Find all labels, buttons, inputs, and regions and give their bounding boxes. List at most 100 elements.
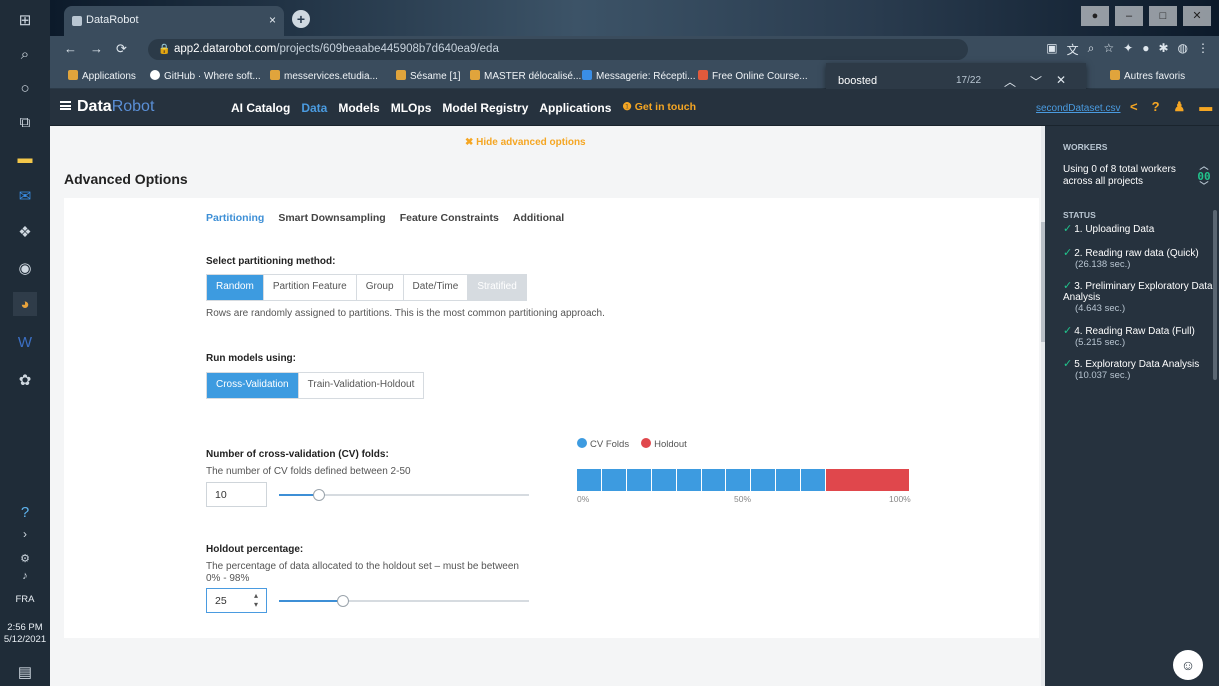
holdout-slider[interactable] (279, 595, 529, 607)
mail-icon (582, 70, 592, 80)
cross-validation-button[interactable]: Cross-Validation (207, 373, 299, 398)
windows-start-icon[interactable]: ⊞ (13, 8, 37, 32)
notification-icon[interactable]: ▤ (13, 660, 37, 684)
back-icon[interactable]: ← (64, 41, 77, 56)
clock-date[interactable]: 5/12/2021 (0, 634, 50, 645)
url-input[interactable]: 🔒 app2.datarobot.com/projects/609beaabe4… (148, 39, 968, 60)
holdout-slider-thumb[interactable] (336, 595, 349, 607)
find-close-icon[interactable]: ✕ (1056, 73, 1066, 90)
status-step: ✓ 5. Exploratory Data Analysis (10.037 se… (1063, 358, 1200, 382)
profile-icon[interactable]: ● (1081, 6, 1109, 26)
extension-icon[interactable]: ▣ (1046, 41, 1057, 58)
nav-mlops[interactable]: MLOps (391, 101, 432, 115)
app-icon[interactable]: ✿ (13, 368, 37, 392)
chevron-down-icon[interactable]: ﹀ (1195, 182, 1213, 192)
train-validation-holdout-button[interactable]: Train-Validation-Holdout (298, 373, 424, 398)
cv-folds-slider[interactable] (279, 489, 529, 501)
find-prev-icon[interactable]: ︿ (1004, 73, 1016, 90)
holdout-input[interactable]: 25 ▴ ▾ (206, 588, 267, 613)
check-icon: ✓ (1063, 325, 1073, 337)
tab-feature-constraints[interactable]: Feature Constraints (400, 212, 499, 224)
tab-additional[interactable]: Additional (513, 212, 564, 224)
zoom-icon[interactable]: ⌕ (1088, 41, 1095, 58)
bookmark-item[interactable]: Applications (68, 70, 136, 82)
nav-model-registry[interactable]: Model Registry (442, 101, 528, 115)
run-models-label: Run models using: (206, 353, 296, 364)
notifications-icon[interactable]: ♟ (1174, 99, 1186, 115)
partition-random-button[interactable]: Random (207, 275, 264, 300)
clock-time[interactable]: 2:56 PM (0, 622, 50, 633)
partition-bar-chart (577, 469, 909, 491)
partition-group-button[interactable]: Group (356, 275, 404, 300)
cv-fold-bar (626, 469, 652, 491)
task-view-icon[interactable]: ⧉ (13, 110, 37, 134)
extension-icon[interactable]: ✦ (1123, 41, 1133, 58)
dataset-name-link[interactable]: secondDataset.csv (1036, 103, 1121, 114)
nav-applications[interactable]: Applications (539, 101, 611, 115)
holdout-bar (826, 469, 909, 491)
volume-icon[interactable]: ♪ (13, 564, 37, 588)
app-header: DataRobot AI Catalog Data Models MLOps M… (50, 89, 1219, 126)
minimize-icon[interactable]: – (1115, 6, 1143, 26)
bookmark-item[interactable]: MASTER délocalisé... (470, 70, 581, 82)
chat-bot-icon[interactable]: ☺ (1173, 650, 1203, 680)
maximize-icon[interactable]: □ (1149, 6, 1177, 26)
header-icons: < ? ♟ ▬ ● (1130, 99, 1219, 115)
partition-feature-button[interactable]: Partition Feature (263, 275, 357, 300)
bookmark-item[interactable]: Autres favoris (1110, 70, 1185, 82)
cortana-icon[interactable]: ○ (13, 76, 37, 100)
search-icon[interactable]: ⌕ (13, 42, 37, 66)
bookmark-item[interactable]: Sésame [1] (396, 70, 461, 82)
tab-close-icon[interactable]: × (269, 13, 276, 27)
bookmark-item[interactable]: Free Online Course... (698, 70, 808, 82)
hide-advanced-options-link[interactable]: ✖ Hide advanced options (465, 137, 586, 148)
partition-datetime-button[interactable]: Date/Time (403, 275, 469, 300)
get-in-touch-link[interactable]: ❶ Get in touch (622, 101, 696, 115)
tab-partitioning[interactable]: Partitioning (206, 212, 264, 224)
partition-method-selector: Random Partition Feature Group Date/Time… (206, 274, 527, 301)
word-icon[interactable]: W (13, 330, 37, 354)
more-menu-icon[interactable]: ⋮ (1197, 41, 1209, 58)
help-icon[interactable]: ? (13, 500, 37, 524)
folder-icon[interactable]: ▬ (1199, 99, 1212, 115)
bookmark-item[interactable]: messervices.etudia... (270, 70, 378, 82)
star-icon[interactable]: ☆ (1103, 41, 1114, 58)
reload-icon[interactable]: ⟳ (116, 41, 127, 57)
find-controls: ︿ ﹀ ✕ (1004, 73, 1066, 90)
sidebar-scrollbar[interactable] (1213, 210, 1217, 380)
browser-tab[interactable]: DataRobot × (64, 6, 284, 36)
help-icon[interactable]: ? (1152, 99, 1160, 115)
status-heading: STATUS (1063, 210, 1096, 220)
cv-folds-input[interactable]: 10 (206, 482, 267, 507)
nav-ai-catalog[interactable]: AI Catalog (231, 101, 290, 115)
hamburger-menu-icon[interactable] (60, 101, 71, 110)
validation-method-selector: Cross-Validation Train-Validation-Holdou… (206, 372, 425, 399)
close-window-icon[interactable]: ✕ (1183, 6, 1211, 26)
nav-data[interactable]: Data (301, 101, 327, 115)
forward-icon[interactable]: → (90, 41, 103, 56)
language-indicator[interactable]: FRA (0, 594, 50, 605)
translate-icon[interactable]: 文 (1067, 41, 1079, 58)
find-input[interactable]: boosted (838, 75, 877, 87)
avatar[interactable]: ◍ (1178, 41, 1188, 58)
spinner-icon[interactable]: ▴ ▾ (254, 591, 258, 609)
steam-icon[interactable]: ◉ (13, 256, 37, 280)
cv-slider-thumb[interactable] (313, 489, 325, 501)
tab-smart-downsampling[interactable]: Smart Downsampling (278, 212, 385, 224)
puzzle-icon[interactable]: ✱ (1158, 41, 1168, 58)
nav-models[interactable]: Models (338, 101, 379, 115)
share-icon[interactable]: < (1130, 99, 1138, 115)
new-tab-button[interactable]: + (292, 10, 310, 28)
url-host: app2.datarobot.com (174, 43, 277, 55)
bookmark-item[interactable]: GitHub · Where soft... (150, 70, 261, 82)
datarobot-logo[interactable]: DataRobot (77, 98, 154, 116)
find-next-icon[interactable]: ﹀ (1030, 73, 1042, 90)
extension-icon[interactable]: ● (1142, 41, 1149, 58)
dropbox-icon[interactable]: ❖ (13, 220, 37, 244)
workers-count[interactable]: ︿ 00 ﹀ (1195, 162, 1213, 192)
chevron-right-icon[interactable]: › (13, 522, 37, 546)
mail-icon[interactable]: ✉ (13, 184, 37, 208)
bookmark-item[interactable]: Messagerie: Récepti... (582, 70, 696, 82)
chrome-icon[interactable]: ◕ (13, 292, 37, 316)
file-explorer-icon[interactable]: ▬ (13, 146, 37, 170)
